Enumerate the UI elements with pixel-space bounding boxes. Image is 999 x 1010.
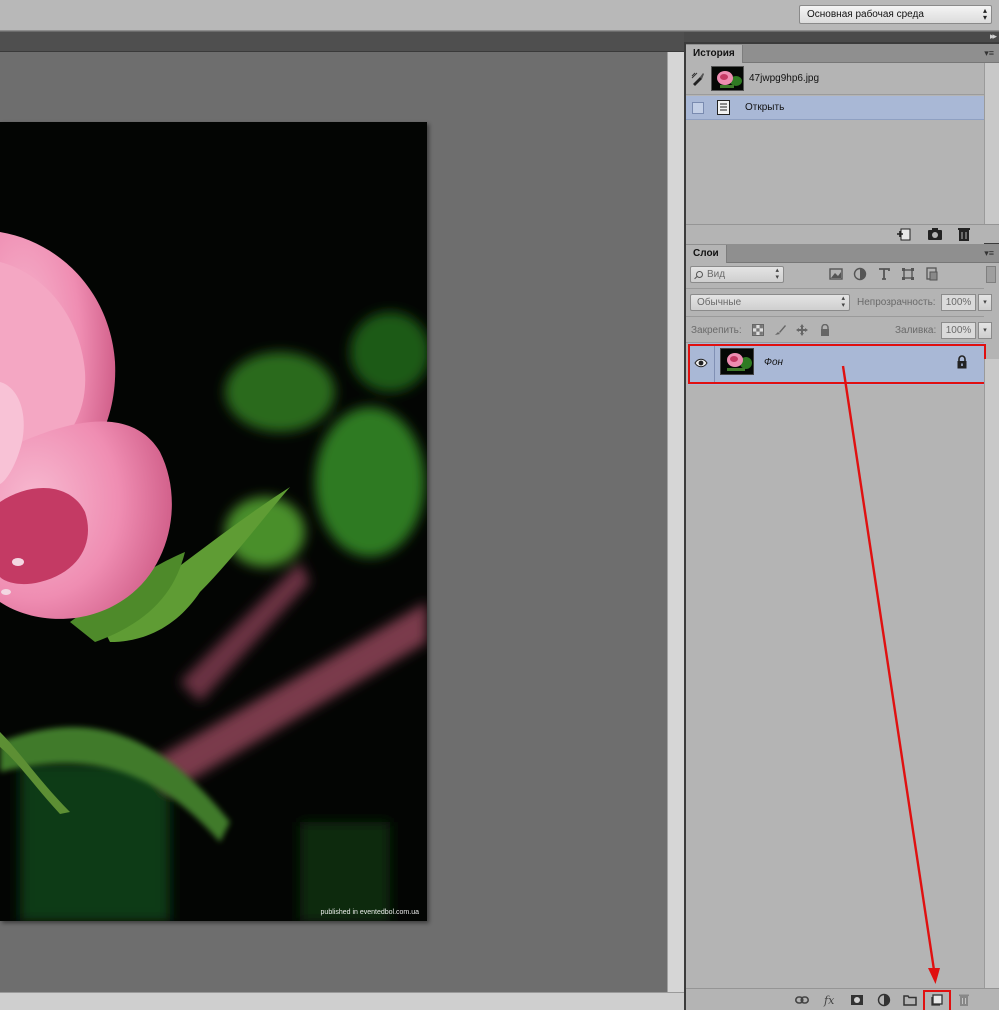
- image-filter-icon[interactable]: [829, 267, 843, 281]
- new-document-from-state-icon[interactable]: [896, 227, 912, 241]
- opacity-dropdown[interactable]: ▾: [978, 294, 992, 311]
- rose-photo: published in eventedbol.com.ua: [0, 122, 427, 921]
- history-step-label: Открыть: [745, 102, 785, 113]
- divider: [686, 288, 984, 289]
- collapse-panels-icon[interactable]: ▸▸: [990, 31, 997, 42]
- shape-filter-icon[interactable]: [901, 267, 915, 281]
- document-image[interactable]: published in eventedbol.com.ua: [0, 122, 427, 921]
- history-scrollbar[interactable]: [984, 63, 999, 224]
- layer-row-background[interactable]: Фон: [688, 343, 986, 385]
- panel-menu-icon[interactable]: ▾≡: [984, 47, 994, 59]
- annotation-highlight-new-layer: [923, 990, 951, 1010]
- workspace-select[interactable]: Основная рабочая среда ▴ ▾: [799, 5, 992, 24]
- select-arrows-icon: ▴ ▾: [841, 295, 845, 309]
- svg-text:fx: fx: [823, 994, 835, 1007]
- workspace-select-value: Основная рабочая среда: [807, 9, 924, 20]
- blend-mode-select[interactable]: Обычные ▴ ▾: [690, 294, 850, 311]
- fill-field[interactable]: 100%: [941, 322, 976, 339]
- image-watermark: published in eventedbol.com.ua: [321, 909, 420, 916]
- folder-icon[interactable]: [903, 993, 917, 1007]
- layer-filter-toggle[interactable]: [986, 266, 996, 283]
- lock-position-icon[interactable]: [796, 324, 808, 336]
- layer-lock-icon[interactable]: [956, 355, 968, 369]
- history-step[interactable]: Открыть: [686, 96, 984, 120]
- layers-panel: Слои ▾≡ Вид ▴ ▾ Обычные ▴ ▾ Непрозрачность…: [686, 244, 999, 1010]
- history-footer: [686, 224, 999, 243]
- search-icon: [696, 271, 703, 278]
- panel-menu-icon[interactable]: ▾≡: [984, 247, 994, 259]
- layer-filter-select[interactable]: Вид ▴ ▾: [690, 266, 784, 283]
- lock-all-icon[interactable]: [819, 324, 831, 336]
- layer-name: Фон: [764, 357, 784, 368]
- fill-dropdown[interactable]: ▾: [978, 322, 992, 339]
- vertical-scrollbar[interactable]: [667, 52, 684, 992]
- document-step-icon: [717, 100, 730, 115]
- opacity-field[interactable]: 100%: [941, 294, 976, 311]
- layer-filter-value: Вид: [707, 269, 726, 280]
- adjustment-filter-icon[interactable]: [853, 267, 867, 281]
- document-tab-strip: [0, 32, 684, 52]
- opacity-label: Непрозрачность:: [857, 297, 936, 308]
- tab-layers[interactable]: Слои: [686, 245, 727, 263]
- options-bar: Основная рабочая среда ▴ ▾: [0, 0, 999, 31]
- history-panel: История ▾≡ 47jwpg9hp6.jpg Открыть: [686, 44, 999, 266]
- select-arrows-icon: ▴ ▾: [982, 6, 987, 22]
- layer-thumbnail: [720, 348, 754, 375]
- type-filter-icon[interactable]: [877, 267, 891, 281]
- history-brush-source-icon[interactable]: [691, 72, 705, 86]
- layers-footer: fx: [686, 988, 999, 1010]
- dock-collapse-bar[interactable]: ▸▸: [684, 31, 999, 42]
- snapshot-thumbnail: [711, 66, 744, 91]
- history-panel-tabs: История ▾≡: [686, 44, 999, 63]
- history-snapshot-row[interactable]: 47jwpg9hp6.jpg: [686, 63, 984, 95]
- horizontal-scrollbar[interactable]: [0, 992, 684, 1010]
- lock-transparency-icon[interactable]: [752, 324, 764, 336]
- layers-panel-tabs: Слои ▾≡: [686, 244, 999, 263]
- smart-object-filter-icon[interactable]: [925, 267, 939, 281]
- trash-icon[interactable]: [956, 227, 972, 241]
- trash-icon[interactable]: [957, 993, 971, 1007]
- lock-pixels-icon[interactable]: [774, 324, 786, 336]
- mask-icon[interactable]: [850, 993, 864, 1007]
- eye-icon[interactable]: [694, 357, 708, 369]
- tab-history[interactable]: История: [686, 45, 743, 63]
- camera-icon[interactable]: [927, 227, 943, 241]
- blend-mode-value: Обычные: [697, 297, 742, 308]
- select-arrows-icon: ▴ ▾: [775, 267, 779, 281]
- lock-label: Закрепить:: [691, 325, 742, 336]
- divider: [714, 345, 715, 383]
- history-brush-checkbox[interactable]: [692, 102, 704, 114]
- snapshot-name: 47jwpg9hp6.jpg: [749, 73, 820, 84]
- fill-label: Заливка:: [895, 325, 937, 336]
- link-icon[interactable]: [795, 993, 809, 1007]
- fx-icon[interactable]: fx: [823, 993, 837, 1007]
- layers-scrollbar[interactable]: [984, 359, 999, 988]
- divider: [686, 316, 984, 317]
- adjustment-layer-icon[interactable]: [877, 993, 891, 1007]
